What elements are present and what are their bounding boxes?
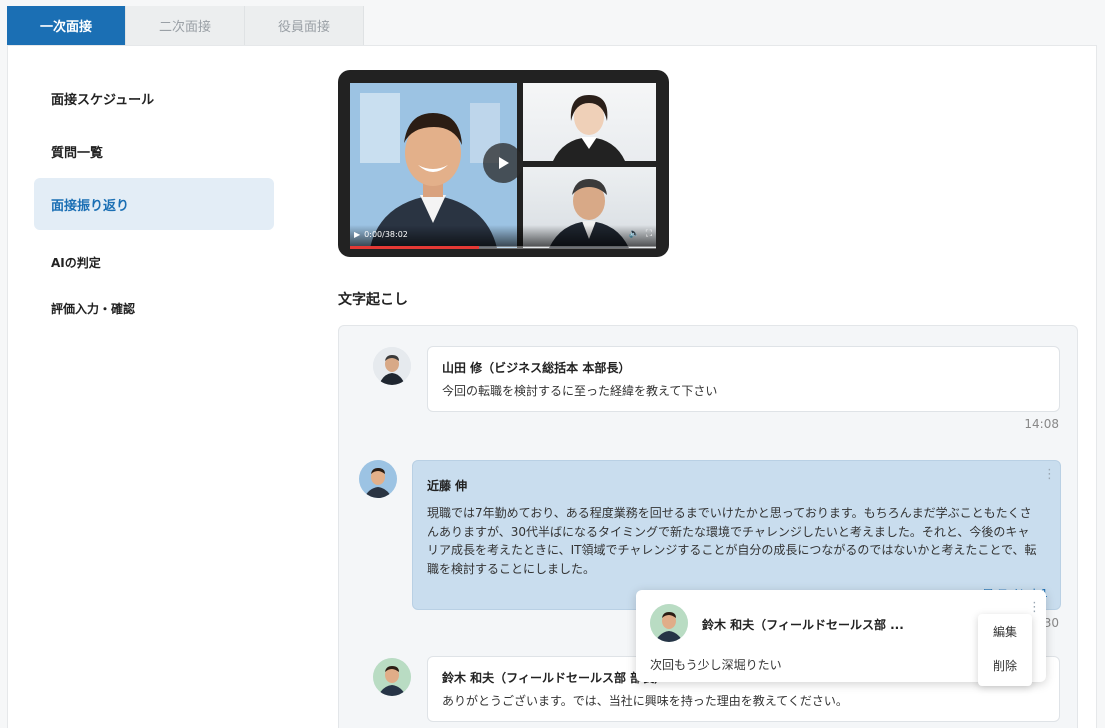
video-player[interactable]: ▶ 0:00/38:02 🔈 ⛶ [338,70,669,257]
avatar [373,347,411,385]
sidebar-item-evaluation[interactable]: 評価入力・確認 [34,282,274,334]
message-time: 14:08 [1024,417,1059,431]
sidebar-item-ai-judgement[interactable]: AIの判定 [34,236,274,288]
avatar [359,460,397,498]
video-controls: ▶ 0:00/38:02 🔈 ⛶ [350,225,656,247]
message-text: 現職では7年勤めており、ある程度業務を回せるまでいけたかと思っております。もちろ… [427,506,1037,576]
play-icon[interactable]: ▶ [354,230,360,239]
video-progress-bar[interactable] [350,246,656,249]
play-icon [499,157,509,169]
edit-menu-item[interactable]: 編集 [978,614,1032,648]
comment-author: 鈴木 和夫（フィールドセールス部 ... [702,618,904,632]
more-options-icon[interactable]: ⋮ [1043,468,1056,481]
message-author: 近藤 伸 [427,479,468,493]
video-progress-fill [350,246,479,249]
avatar [650,604,688,642]
transcript-title: 文字起こし [338,292,408,308]
interview-tabs: 一次面接 二次面接 役員面接 [7,6,364,45]
avatar [373,658,411,696]
volume-icon[interactable]: 🔈 [628,229,639,239]
comment-context-menu: 編集 削除 [978,614,1032,686]
more-options-icon[interactable]: ⋮ [1028,601,1041,614]
video-time: 0:00/38:02 [364,230,408,239]
sidebar-item-questions[interactable]: 質問一覧 [34,125,274,177]
delete-menu-item[interactable]: 削除 [978,648,1032,682]
tab-first-interview[interactable]: 一次面接 [7,6,126,45]
play-button[interactable] [483,143,523,183]
comment-text: 次回もう少し深堀りたい [650,658,782,672]
sidebar-item-review[interactable]: 面接振り返り [34,178,274,230]
message-text: ありがとうございます。では、当社に興味を持った理由を教えてください。 [442,694,848,708]
list-item: 山田 修（ビジネス総括本 本部長） 今回の転職を検討するに至った経緯を教えて下さ… [427,346,1060,412]
list-item: 近藤 伸 現職では7年勤めており、ある程度業務を回せるまでいけたかと思っておりま… [412,460,1061,610]
message-author: 山田 修（ビジネス総括本 本部長） [442,361,631,375]
tab-executive-interview[interactable]: 役員面接 [245,6,364,45]
fullscreen-icon[interactable]: ⛶ [646,229,652,239]
message-text: 今回の転職を検討するに至った経緯を教えて下さい [442,384,718,398]
sidebar-item-schedule[interactable]: 面接スケジュール [34,72,274,124]
video-participant-top [523,83,656,161]
tab-second-interview[interactable]: 二次面接 [126,6,245,45]
